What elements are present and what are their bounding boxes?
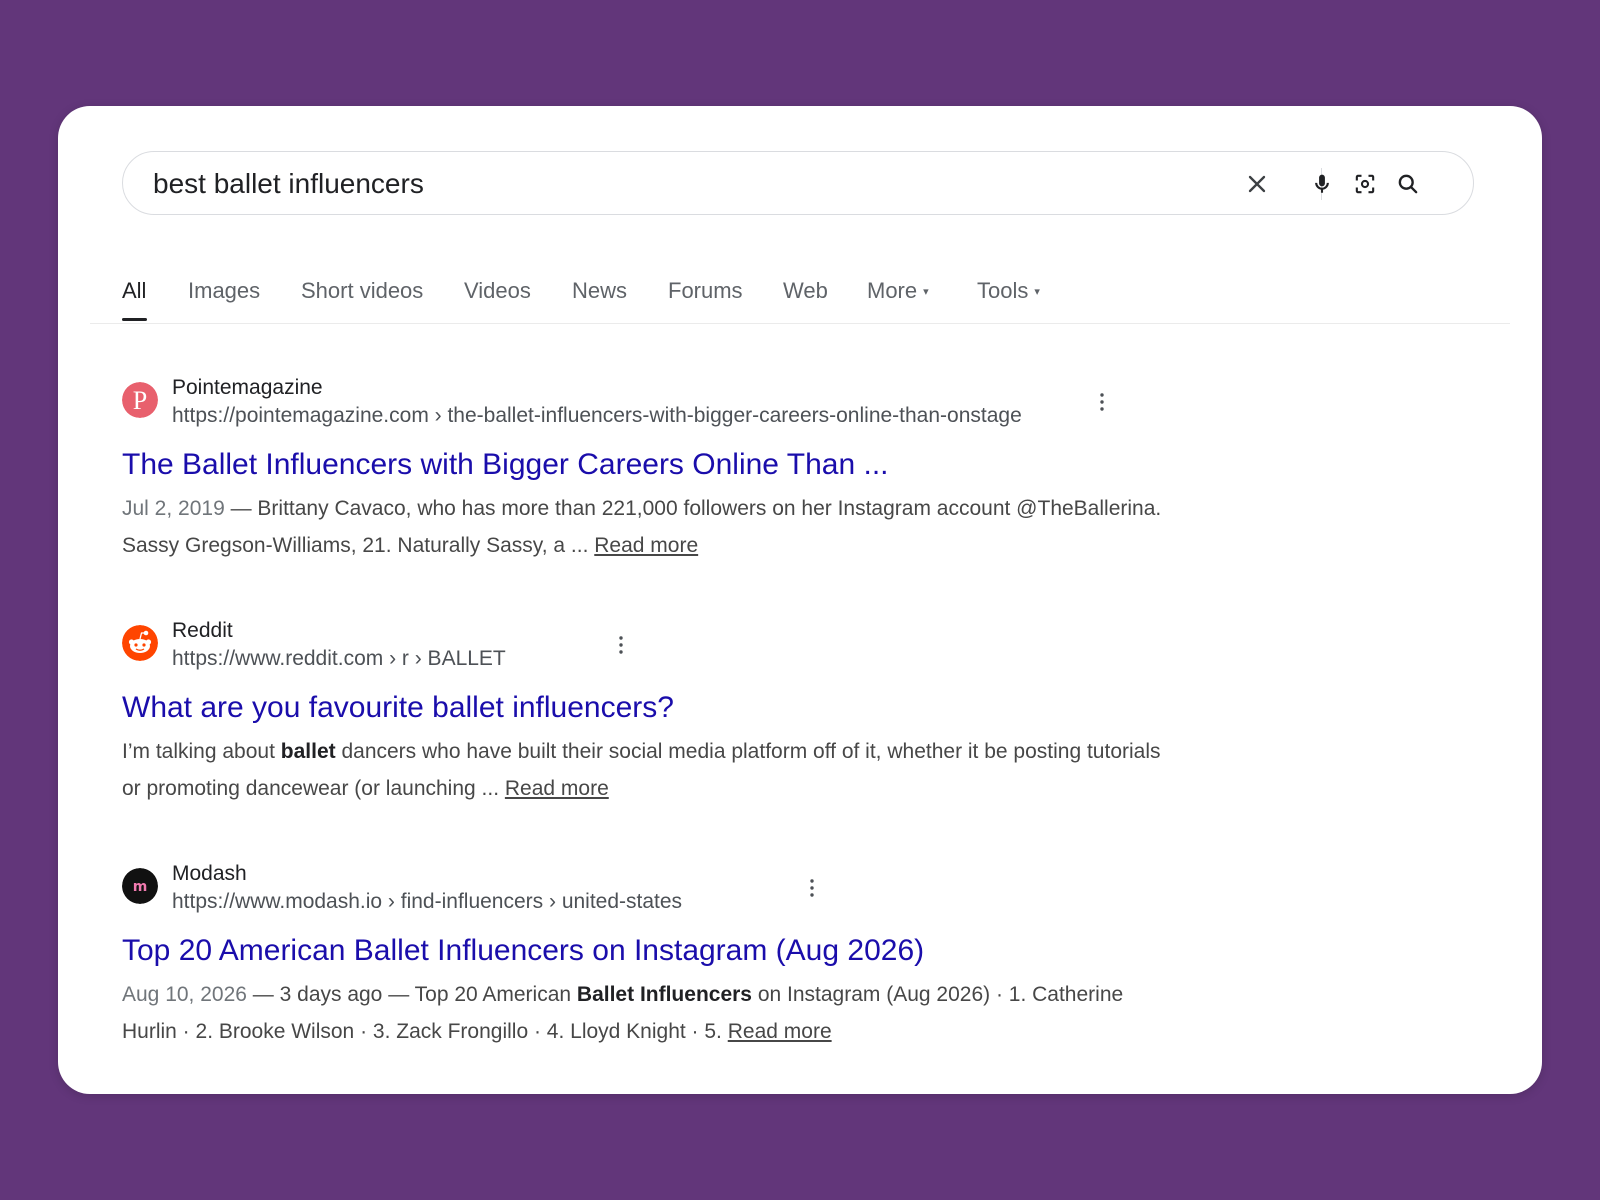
result-title-link[interactable]: Top 20 American Ballet Influencers on In… [122,934,924,968]
result-url[interactable]: https://www.reddit.com › r › BALLET [172,647,506,671]
snippet-text: I’m talking about [122,740,281,763]
tab-more[interactable]: More ▾ [867,276,929,307]
tab-short-videos[interactable]: Short videos [301,276,423,306]
more-options-icon[interactable] [802,876,822,900]
result-title-link[interactable]: The Ballet Influencers with Bigger Caree… [122,448,889,482]
active-tab-indicator [122,318,147,321]
read-more-link[interactable]: Read more [728,1020,832,1043]
result-site-name[interactable]: Pointemagazine [172,376,323,400]
result-date: Aug 10, 2026 [122,983,247,1006]
tab-images[interactable]: Images [188,276,260,306]
search-input[interactable]: best ballet influencers [153,152,1203,216]
result-url[interactable]: https://www.modash.io › find-influencers… [172,890,682,914]
read-more-link[interactable]: Read more [505,777,609,800]
camera-lens-icon[interactable] [1351,170,1379,198]
result-url[interactable]: https://pointemagazine.com › the-ballet-… [172,404,1022,428]
search-results-card: best ballet influencers All Images Short… [58,106,1542,1094]
result-site-name[interactable]: Reddit [172,619,233,643]
tab-tools[interactable]: Tools ▾ [977,276,1040,307]
snippet-text: — 3 days ago — Top 20 American [246,983,577,1006]
svg-text:P: P [133,386,147,415]
result-snippet: I’m talking about ballet dancers who hav… [122,733,1182,807]
search-icon[interactable] [1394,170,1422,198]
tab-more-label: More [867,278,918,303]
more-options-icon[interactable] [611,633,631,657]
modash-favicon-letter: m [133,879,148,895]
tab-tools-label: Tools [977,278,1029,303]
result-title-link[interactable]: What are you favourite ballet influencer… [122,691,674,725]
modash-favicon-icon: m [122,868,158,904]
pointe-favicon-icon: P [122,382,158,418]
tab-forums[interactable]: Forums [668,276,743,306]
caret-down-icon: ▾ [923,286,929,299]
snippet-highlight: Ballet Influencers [576,983,752,1006]
tabs-divider [90,323,1510,324]
mic-icon[interactable] [1308,170,1336,198]
tab-web[interactable]: Web [783,276,828,306]
reddit-favicon-icon [122,625,158,661]
more-options-icon[interactable] [1092,390,1112,414]
tab-all[interactable]: All [122,276,146,306]
tab-videos[interactable]: Videos [464,276,531,306]
read-more-link[interactable]: Read more [594,534,698,557]
close-icon[interactable] [1243,170,1271,198]
result-snippet: Aug 10, 2026 — 3 days ago — Top 20 Ameri… [122,976,1182,1050]
tab-news[interactable]: News [572,276,627,306]
result-snippet: Jul 2, 2019 — Brittany Cavaco, who has m… [122,490,1182,564]
search-bar[interactable]: best ballet influencers [122,151,1474,215]
result-date: Jul 2, 2019 [122,497,225,520]
caret-down-icon: ▾ [1034,286,1040,299]
result-site-name[interactable]: Modash [172,862,247,886]
snippet-highlight: ballet [280,740,336,763]
